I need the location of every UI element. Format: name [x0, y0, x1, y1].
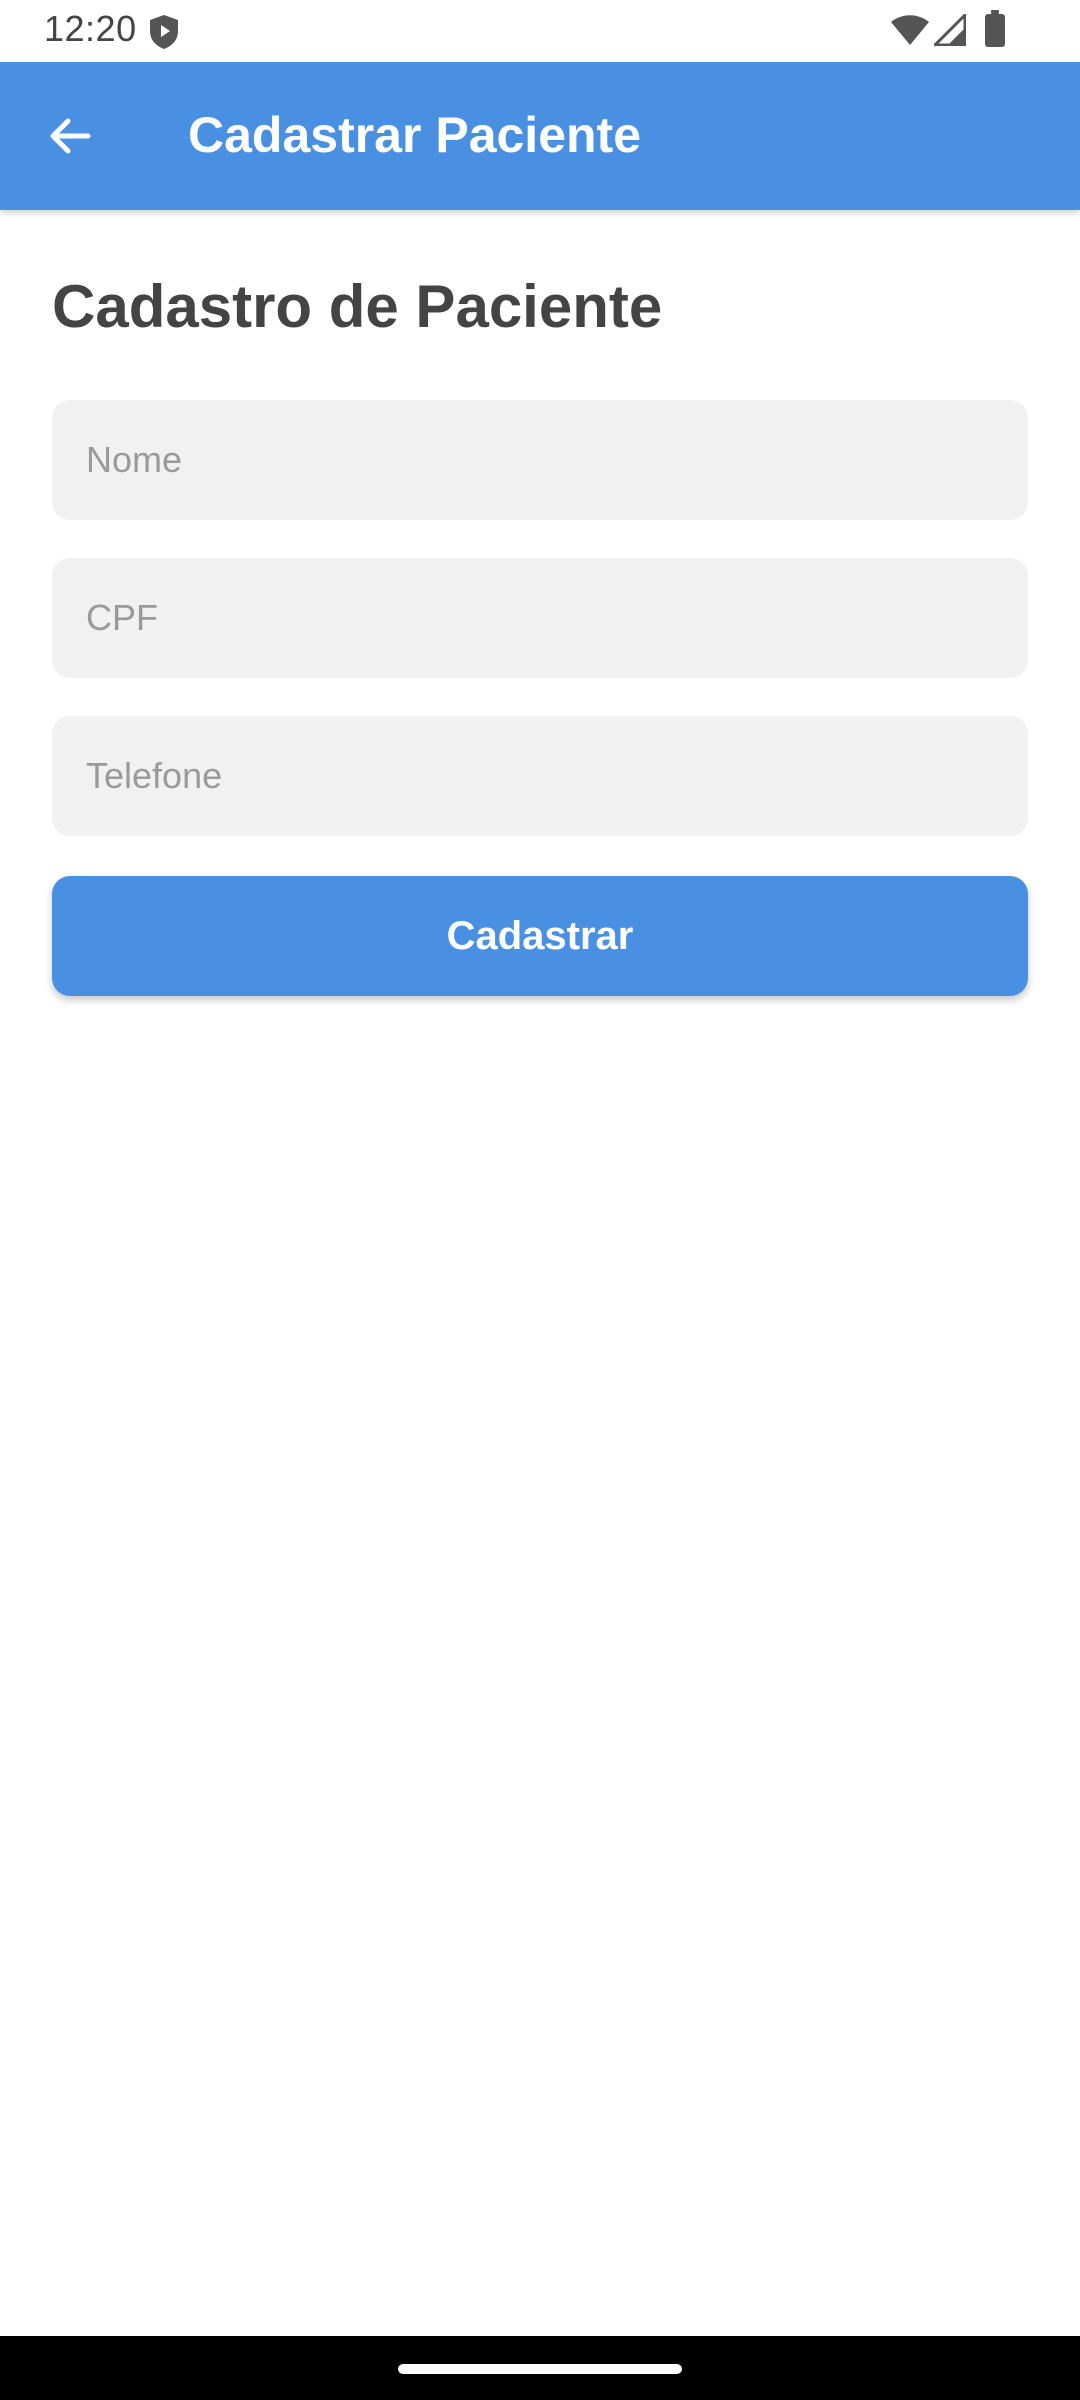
- shield-icon: [150, 15, 178, 49]
- navigation-bar: [0, 2336, 1080, 2400]
- cpf-input[interactable]: [52, 558, 1028, 678]
- app-bar: Cadastrar Paciente: [0, 62, 1080, 210]
- arrow-back-icon: [50, 118, 91, 154]
- app-title: Cadastrar Paciente: [188, 107, 642, 163]
- nome-input[interactable]: [52, 400, 1028, 520]
- status-bar: 12:20: [0, 0, 1080, 62]
- back-button[interactable]: [34, 100, 106, 172]
- wifi-icon: [891, 15, 929, 45]
- home-indicator[interactable]: [398, 2364, 682, 2374]
- status-time: 12:20: [44, 8, 137, 49]
- telefone-input[interactable]: [52, 716, 1028, 836]
- screen: 12:20 Cadastrar Paciente Cadastro de Pac…: [0, 0, 1080, 2400]
- page-title: Cadastro de Paciente: [52, 273, 663, 340]
- cadastrar-button[interactable]: Cadastrar: [52, 876, 1028, 996]
- signal-icon: [934, 14, 966, 46]
- battery-icon: [985, 10, 1005, 47]
